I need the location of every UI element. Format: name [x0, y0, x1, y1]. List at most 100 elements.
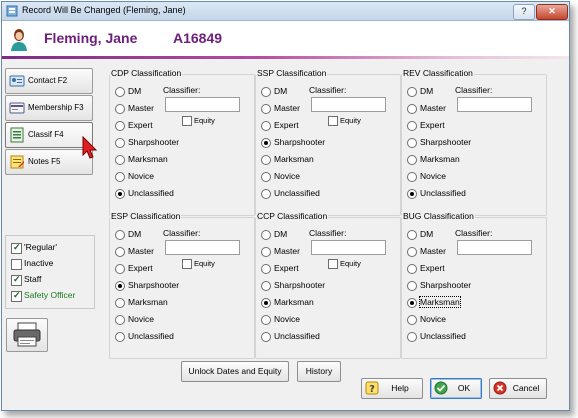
radio-button[interactable] — [261, 121, 271, 131]
radio-button[interactable] — [115, 172, 125, 182]
radio-button[interactable] — [115, 87, 125, 97]
radio-label: Sharpshooter — [420, 137, 472, 147]
radio-button[interactable] — [261, 230, 271, 240]
equity-check-box[interactable] — [328, 116, 338, 126]
radio-label: Expert — [274, 263, 299, 273]
classifier-input[interactable] — [457, 240, 532, 255]
notes-button[interactable]: Notes F5 — [5, 149, 93, 175]
classifier-label: Classifier: — [455, 228, 493, 238]
radio-button[interactable] — [261, 104, 271, 114]
classifier-input[interactable] — [165, 240, 240, 255]
staff-check-box[interactable]: ✓ — [11, 274, 22, 286]
equity-label: Equity — [194, 259, 215, 268]
contact-label: Contact F2 — [28, 76, 68, 85]
classification-panel: BUG Classification DM Master Expert Sharpsho… — [401, 211, 547, 359]
membership-button[interactable]: Membership F3 — [5, 95, 93, 121]
radio-button[interactable] — [115, 315, 125, 325]
radio-button[interactable] — [407, 138, 417, 148]
radio-button[interactable] — [407, 172, 417, 182]
radio-button[interactable] — [407, 189, 417, 199]
radio-label: Novice — [128, 171, 154, 181]
unlock-dates-equity-button[interactable]: Unlock Dates and Equity — [181, 361, 289, 382]
radio-button[interactable] — [407, 247, 417, 257]
panel-title: REV Classification — [402, 68, 474, 78]
print-button[interactable] — [6, 318, 48, 352]
close-button[interactable]: ✕ — [536, 4, 568, 20]
radio-button[interactable] — [407, 332, 417, 342]
radio-label: Marksman — [128, 297, 168, 307]
radio-label: Marksman — [274, 154, 314, 164]
classifier-input[interactable] — [311, 240, 386, 255]
classifier-input[interactable] — [457, 97, 532, 112]
radio-label: Master — [128, 103, 154, 113]
radio-button[interactable] — [407, 264, 417, 274]
radio-label: Marksman — [274, 297, 314, 307]
radio-button[interactable] — [261, 189, 271, 199]
equity-label: Equity — [340, 116, 361, 125]
contact-card-icon — [9, 75, 25, 87]
classifier-input[interactable] — [311, 97, 386, 112]
radio-button[interactable] — [115, 121, 125, 131]
radio-label: DM — [420, 229, 434, 239]
app-icon — [6, 5, 18, 17]
help-button[interactable]: ? Help — [361, 378, 423, 399]
radio-button[interactable] — [261, 281, 271, 291]
radio-label: Marksman — [419, 296, 461, 308]
radio-button[interactable] — [261, 332, 271, 342]
radio-button[interactable] — [115, 230, 125, 240]
radio-button[interactable] — [115, 247, 125, 257]
panel-title: CDP Classification — [110, 68, 183, 78]
classification-panel: CCP Classification DM Master Expert Sharpsho… — [255, 211, 401, 359]
cancel-button[interactable]: Cancel — [489, 378, 547, 399]
radio-button[interactable] — [115, 189, 125, 199]
classif-button[interactable]: Classif F4 — [5, 122, 93, 148]
radio-label: Sharpshooter — [420, 280, 472, 290]
radio-button[interactable] — [407, 104, 417, 114]
regular-check-box[interactable]: ✓ — [11, 242, 22, 254]
radio-label: Unclassified — [128, 331, 174, 341]
radio-button[interactable] — [261, 138, 271, 148]
radio-button[interactable] — [115, 104, 125, 114]
history-button[interactable]: History — [297, 361, 341, 382]
radio-button[interactable] — [115, 138, 125, 148]
radio-button[interactable] — [407, 315, 417, 325]
radio-button[interactable] — [115, 298, 125, 308]
equity-check-box[interactable] — [182, 259, 192, 269]
radio-button[interactable] — [407, 87, 417, 97]
radio-button[interactable] — [115, 332, 125, 342]
panel-title: SSP Classification — [256, 68, 328, 78]
classification-panel: CDP Classification DM Master Expert Sharpsho… — [109, 68, 255, 216]
radio-button[interactable] — [261, 315, 271, 325]
radio-button[interactable] — [115, 155, 125, 165]
radio-button[interactable] — [115, 264, 125, 274]
radio-button[interactable] — [407, 155, 417, 165]
radio-button[interactable] — [261, 155, 271, 165]
radio-button[interactable] — [407, 121, 417, 131]
help-icon: ? — [365, 381, 379, 395]
radio-button[interactable] — [261, 298, 271, 308]
radio-label: Unclassified — [420, 188, 466, 198]
radio-label: Sharpshooter — [128, 280, 180, 290]
ok-button[interactable]: OK — [430, 378, 482, 399]
equity-check-box[interactable] — [328, 259, 338, 269]
radio-button[interactable] — [115, 281, 125, 291]
notes-icon — [10, 155, 24, 169]
radio-button[interactable] — [261, 264, 271, 274]
radio-button[interactable] — [407, 281, 417, 291]
radio-label: Master — [420, 103, 446, 113]
safety-officer-check-box[interactable]: ✓ — [11, 290, 22, 302]
classifier-input[interactable] — [165, 97, 240, 112]
history-label: History — [305, 366, 333, 376]
radio-button[interactable] — [261, 247, 271, 257]
equity-check-box[interactable] — [182, 116, 192, 126]
radio-button[interactable] — [407, 298, 417, 308]
radio-button[interactable] — [261, 87, 271, 97]
radio-label: DM — [128, 229, 142, 239]
radio-button[interactable] — [261, 172, 271, 182]
inactive-check-box[interactable] — [11, 259, 22, 270]
radio-button[interactable] — [407, 230, 417, 240]
title-bar[interactable]: Record Will Be Changed (Fleming, Jane) ?… — [2, 2, 569, 21]
contact-button[interactable]: Contact F2 — [5, 68, 93, 94]
mouse-pointer-icon — [82, 136, 98, 159]
help-title-button[interactable]: ? — [513, 4, 535, 20]
